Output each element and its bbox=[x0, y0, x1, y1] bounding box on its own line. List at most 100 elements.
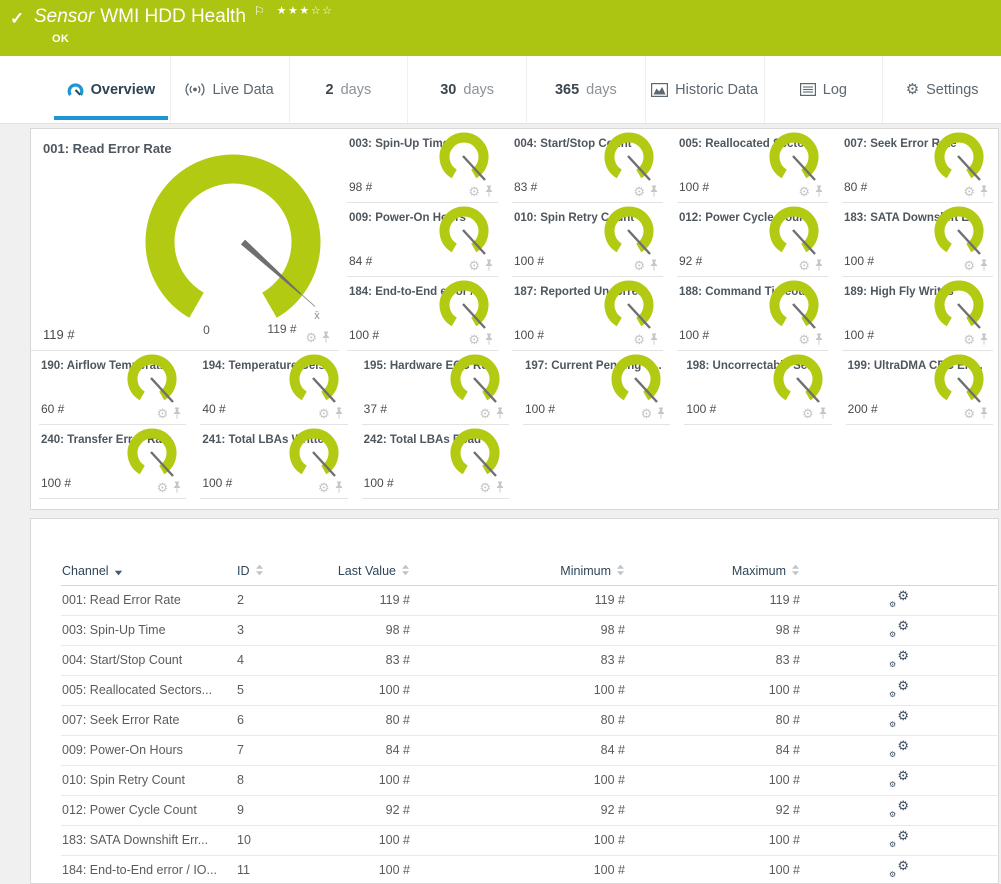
channel-settings-gears-icon[interactable]: ⚙ ⚙ bbox=[889, 861, 909, 877]
channel-settings-gears-icon[interactable]: ⚙ ⚙ bbox=[889, 801, 909, 817]
tab-30-days[interactable]: 30 days bbox=[407, 56, 526, 123]
channel-settings-gears-icon[interactable]: ⚙ ⚙ bbox=[889, 771, 909, 787]
table-row[interactable]: 183: SATA Downshift Err... 10 100 # 100 … bbox=[61, 825, 997, 855]
channel-edit-gear-icon[interactable]: ⚙ bbox=[641, 407, 653, 420]
channel-gauge-cell[interactable]: 195: Hardware ECC Re... 37 # ⚙ bbox=[362, 351, 509, 425]
pin-icon[interactable] bbox=[814, 259, 824, 272]
channel-edit-gear-icon[interactable]: ⚙ bbox=[963, 333, 975, 346]
channel-gauge-cell[interactable]: 194: Temperature Cels... 40 # ⚙ bbox=[200, 351, 347, 425]
tab-365-days[interactable]: 365 days bbox=[526, 56, 645, 123]
table-row[interactable]: 009: Power-On Hours 7 84 # 84 # 84 # ⚙ ⚙ bbox=[61, 735, 997, 765]
channel-edit-gear-icon[interactable]: ⚙ bbox=[468, 185, 480, 198]
channel-edit-gear-icon[interactable]: ⚙ bbox=[798, 333, 810, 346]
channel-settings-gears-icon[interactable]: ⚙ ⚙ bbox=[889, 711, 909, 727]
channel-gauge-cell[interactable]: 199: UltraDMA CRC Err... 200 # ⚙ bbox=[846, 351, 993, 425]
table-row[interactable]: 003: Spin-Up Time 3 98 # 98 # 98 # ⚙ ⚙ bbox=[61, 615, 997, 645]
tab-settings[interactable]: ⚙ Settings bbox=[882, 56, 1001, 123]
channel-gauge-cell[interactable]: 005: Reallocated Secto... 100 # ⚙ bbox=[677, 129, 828, 203]
channel-gauge-cell[interactable]: 010: Spin Retry Count 100 # ⚙ bbox=[512, 203, 663, 277]
pin-icon[interactable] bbox=[484, 333, 494, 346]
channel-settings-gears-icon[interactable]: ⚙ ⚙ bbox=[889, 651, 909, 667]
pin-icon[interactable] bbox=[979, 407, 989, 420]
tab-historic-data[interactable]: Historic Data bbox=[645, 56, 764, 123]
pin-icon[interactable] bbox=[979, 333, 989, 346]
channel-edit-gear-icon[interactable]: ⚙ bbox=[157, 481, 169, 494]
channel-gauge-cell[interactable]: 183: SATA Downshift E... 100 # ⚙ bbox=[842, 203, 993, 277]
tab-live-data[interactable]: Live Data bbox=[170, 56, 289, 123]
channel-gauge-cell[interactable]: 198: Uncorrectable Se... 100 # ⚙ bbox=[684, 351, 831, 425]
pin-icon[interactable] bbox=[495, 407, 505, 420]
pin-icon[interactable] bbox=[495, 481, 505, 494]
channel-edit-gear-icon[interactable]: ⚙ bbox=[633, 333, 645, 346]
channel-edit-gear-icon[interactable]: ⚙ bbox=[318, 481, 330, 494]
channel-gauge-cell[interactable]: 188: Command Timeout 100 # ⚙ bbox=[677, 277, 828, 351]
channel-edit-gear-icon[interactable]: ⚙ bbox=[479, 407, 491, 420]
channel-settings-gears-icon[interactable]: ⚙ ⚙ bbox=[889, 591, 909, 607]
channel-gauge-cell[interactable]: 009: Power-On Hours 84 # ⚙ bbox=[347, 203, 498, 277]
table-row[interactable]: 012: Power Cycle Count 9 92 # 92 # 92 # … bbox=[61, 795, 997, 825]
channel-gauge-cell[interactable]: 190: Airflow Temperat... 60 # ⚙ bbox=[39, 351, 186, 425]
table-row[interactable]: 010: Spin Retry Count 8 100 # 100 # 100 … bbox=[61, 765, 997, 795]
pin-icon[interactable] bbox=[656, 407, 666, 420]
channel-gauge-cell[interactable]: 012: Power Cycle Count 92 # ⚙ bbox=[677, 203, 828, 277]
pin-icon[interactable] bbox=[979, 185, 989, 198]
pin-icon[interactable] bbox=[649, 185, 659, 198]
channel-gauge-cell[interactable]: 242: Total LBAs Read 100 # ⚙ bbox=[362, 425, 509, 499]
pin-icon[interactable] bbox=[334, 481, 344, 494]
channel-edit-gear-icon[interactable]: ⚙ bbox=[963, 185, 975, 198]
channel-settings-gears-icon[interactable]: ⚙ ⚙ bbox=[889, 741, 909, 757]
tab-log[interactable]: Log bbox=[764, 56, 883, 123]
pin-icon[interactable] bbox=[649, 333, 659, 346]
pin-icon[interactable] bbox=[172, 481, 182, 494]
pin-icon[interactable] bbox=[321, 331, 331, 344]
channel-edit-gear-icon[interactable]: ⚙ bbox=[963, 259, 975, 272]
channel-edit-gear-icon[interactable]: ⚙ bbox=[802, 407, 814, 420]
channel-edit-gear-icon[interactable]: ⚙ bbox=[633, 259, 645, 272]
channel-settings-gears-icon[interactable]: ⚙ ⚙ bbox=[889, 621, 909, 637]
column-header-id[interactable]: ID bbox=[236, 559, 306, 585]
channel-gauge-cell[interactable]: 189: High Fly Writes 100 # ⚙ bbox=[842, 277, 993, 351]
pin-icon[interactable] bbox=[484, 259, 494, 272]
pin-icon[interactable] bbox=[814, 185, 824, 198]
pin-icon[interactable] bbox=[484, 185, 494, 198]
pin-icon[interactable] bbox=[818, 407, 828, 420]
table-row[interactable]: 007: Seek Error Rate 6 80 # 80 # 80 # ⚙ … bbox=[61, 705, 997, 735]
table-row[interactable]: 184: End-to-End error / IO... 11 100 # 1… bbox=[61, 855, 997, 884]
channel-edit-gear-icon[interactable]: ⚙ bbox=[798, 185, 810, 198]
column-header-maximum[interactable]: Maximum bbox=[626, 559, 801, 585]
channel-gauge-cell[interactable]: 003: Spin-Up Time 98 # ⚙ bbox=[347, 129, 498, 203]
channel-edit-gear-icon[interactable]: ⚙ bbox=[798, 259, 810, 272]
channel-gauge-cell[interactable]: 184: End-to-End error /... 100 # ⚙ bbox=[347, 277, 498, 351]
channel-edit-gear-icon[interactable]: ⚙ bbox=[305, 331, 317, 344]
column-header-minimum[interactable]: Minimum bbox=[411, 559, 626, 585]
channel-gauge-cell[interactable]: 197: Current Pending S... 100 # ⚙ bbox=[523, 351, 670, 425]
table-row[interactable]: 001: Read Error Rate 2 119 # 119 # 119 #… bbox=[61, 585, 997, 615]
priority-stars[interactable]: ★★★☆☆ bbox=[277, 5, 334, 17]
channel-edit-gear-icon[interactable]: ⚙ bbox=[468, 259, 480, 272]
channel-gauge-cell[interactable]: 241: Total LBAs Written 100 # ⚙ bbox=[200, 425, 347, 499]
pin-icon[interactable] bbox=[814, 333, 824, 346]
channel-settings-gears-icon[interactable]: ⚙ ⚙ bbox=[889, 681, 909, 697]
primary-channel-gauge-cell[interactable]: 001: Read Error Rate x̄ 0 119 # 119 # ⚙ bbox=[31, 129, 339, 351]
pin-icon[interactable] bbox=[649, 259, 659, 272]
pin-icon[interactable] bbox=[334, 407, 344, 420]
channel-edit-gear-icon[interactable]: ⚙ bbox=[633, 185, 645, 198]
channel-edit-gear-icon[interactable]: ⚙ bbox=[468, 333, 480, 346]
pin-icon[interactable] bbox=[979, 259, 989, 272]
channel-settings-gears-icon[interactable]: ⚙ ⚙ bbox=[889, 831, 909, 847]
channel-edit-gear-icon[interactable]: ⚙ bbox=[157, 407, 169, 420]
channel-edit-gear-icon[interactable]: ⚙ bbox=[963, 407, 975, 420]
channel-edit-gear-icon[interactable]: ⚙ bbox=[479, 481, 491, 494]
table-row[interactable]: 005: Reallocated Sectors... 5 100 # 100 … bbox=[61, 675, 997, 705]
flag-icon[interactable]: ⚐ bbox=[254, 4, 265, 18]
channel-gauge-cell[interactable]: 004: Start/Stop Count 83 # ⚙ bbox=[512, 129, 663, 203]
column-header-channel[interactable]: Channel bbox=[61, 559, 236, 585]
column-header-last-value[interactable]: Last Value bbox=[306, 559, 411, 585]
channel-gauge-cell[interactable]: 187: Reported Uncorre... 100 # ⚙ bbox=[512, 277, 663, 351]
channel-gauge-cell[interactable]: 240: Transfer Error Rate 100 # ⚙ bbox=[39, 425, 186, 499]
channel-gauge-cell[interactable]: 007: Seek Error Rate 80 # ⚙ bbox=[842, 129, 993, 203]
table-row[interactable]: 004: Start/Stop Count 4 83 # 83 # 83 # ⚙… bbox=[61, 645, 997, 675]
pin-icon[interactable] bbox=[172, 407, 182, 420]
channel-edit-gear-icon[interactable]: ⚙ bbox=[318, 407, 330, 420]
tab-overview[interactable]: Overview bbox=[52, 56, 170, 123]
